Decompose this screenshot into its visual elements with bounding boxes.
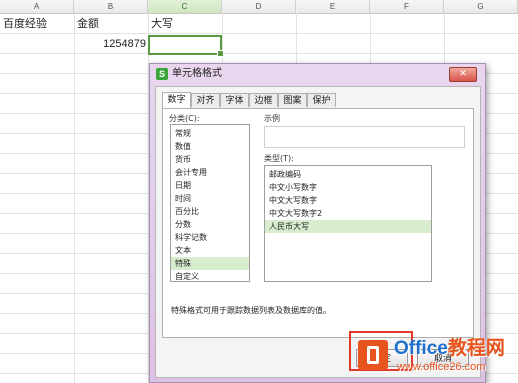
column-header-d[interactable]: D (222, 0, 296, 13)
watermark-brand-en: Office (394, 338, 448, 359)
watermark-url: www.office26.com (397, 361, 486, 373)
watermark-brand-cn: 教程网 (447, 338, 505, 359)
category-item[interactable]: 数值 (171, 140, 249, 153)
category-item[interactable]: 文本 (171, 244, 249, 257)
column-header-a[interactable]: A (0, 0, 74, 13)
tab-alignment[interactable]: 对齐 (191, 93, 220, 107)
category-item[interactable]: 货币 (171, 153, 249, 166)
office-logo-mark (367, 346, 379, 364)
type-item[interactable]: 中文小写数字 (265, 181, 431, 194)
selected-cell-c2[interactable] (148, 35, 224, 57)
category-item[interactable]: 分数 (171, 218, 249, 231)
category-label: 分类(C): (169, 114, 200, 123)
type-label: 类型(T): (264, 154, 294, 163)
category-item[interactable]: 科学记数 (171, 231, 249, 244)
number-tab-panel: 分类(C): 常规 数值 货币 会计专用 日期 时间 百分比 分数 科学记数 文… (162, 108, 474, 338)
type-item-selected[interactable]: 人民币大写 (265, 220, 431, 233)
tab-pattern[interactable]: 图案 (278, 93, 307, 107)
watermark-title: Office教程网 (394, 338, 505, 360)
dialog-title: 单元格格式 (172, 68, 222, 79)
category-item[interactable]: 时间 (171, 192, 249, 205)
column-header-g[interactable]: G (444, 0, 518, 13)
column-header-b[interactable]: B (74, 0, 148, 13)
column-header-c[interactable]: C (148, 0, 222, 13)
type-list[interactable]: 邮政编码 中文小写数字 中文大写数字 中文大写数字2 人民币大写 (264, 165, 432, 282)
column-header-row: A B C D E F G (0, 0, 518, 14)
wps-app-icon: S (156, 68, 168, 80)
category-item[interactable]: 常规 (171, 127, 249, 140)
cell-a1[interactable]: 百度经验 (3, 14, 47, 34)
format-cells-dialog: S 单元格格式 ✕ 数字 对齐 字体 边框 图案 保护 分类(C): 常规 数值… (149, 63, 486, 383)
column-header-f[interactable]: F (370, 0, 444, 13)
category-item[interactable]: 会计专用 (171, 166, 249, 179)
column-header-e[interactable]: E (296, 0, 370, 13)
tab-border[interactable]: 边框 (249, 93, 278, 107)
category-item[interactable]: 日期 (171, 179, 249, 192)
fill-handle[interactable] (217, 50, 224, 57)
office-logo-icon (358, 340, 388, 370)
category-item-selected[interactable]: 特殊 (171, 257, 249, 270)
close-button[interactable]: ✕ (449, 67, 477, 82)
cell-b2[interactable]: 1254879 (74, 34, 146, 54)
cell-b1[interactable]: 金额 (77, 14, 99, 34)
category-item[interactable]: 百分比 (171, 205, 249, 218)
cell-c1[interactable]: 大写 (151, 14, 173, 34)
category-list[interactable]: 常规 数值 货币 会计专用 日期 时间 百分比 分数 科学记数 文本 特殊 自定… (170, 124, 250, 282)
type-item[interactable]: 中文大写数字2 (265, 207, 431, 220)
type-item[interactable]: 中文大写数字 (265, 194, 431, 207)
dialog-body: 数字 对齐 字体 边框 图案 保护 分类(C): 常规 数值 货币 会计专用 日… (155, 86, 481, 378)
special-format-hint: 特殊格式可用于跟踪数据列表及数据库的值。 (171, 306, 331, 315)
tab-protection[interactable]: 保护 (307, 93, 336, 107)
sample-preview (264, 126, 465, 148)
tab-number[interactable]: 数字 (162, 92, 191, 108)
category-item[interactable]: 自定义 (171, 270, 249, 281)
tab-font[interactable]: 字体 (220, 93, 249, 107)
dialog-titlebar[interactable]: S 单元格格式 ✕ (150, 64, 485, 84)
sample-label: 示例 (264, 114, 280, 123)
type-item[interactable]: 邮政编码 (265, 168, 431, 181)
